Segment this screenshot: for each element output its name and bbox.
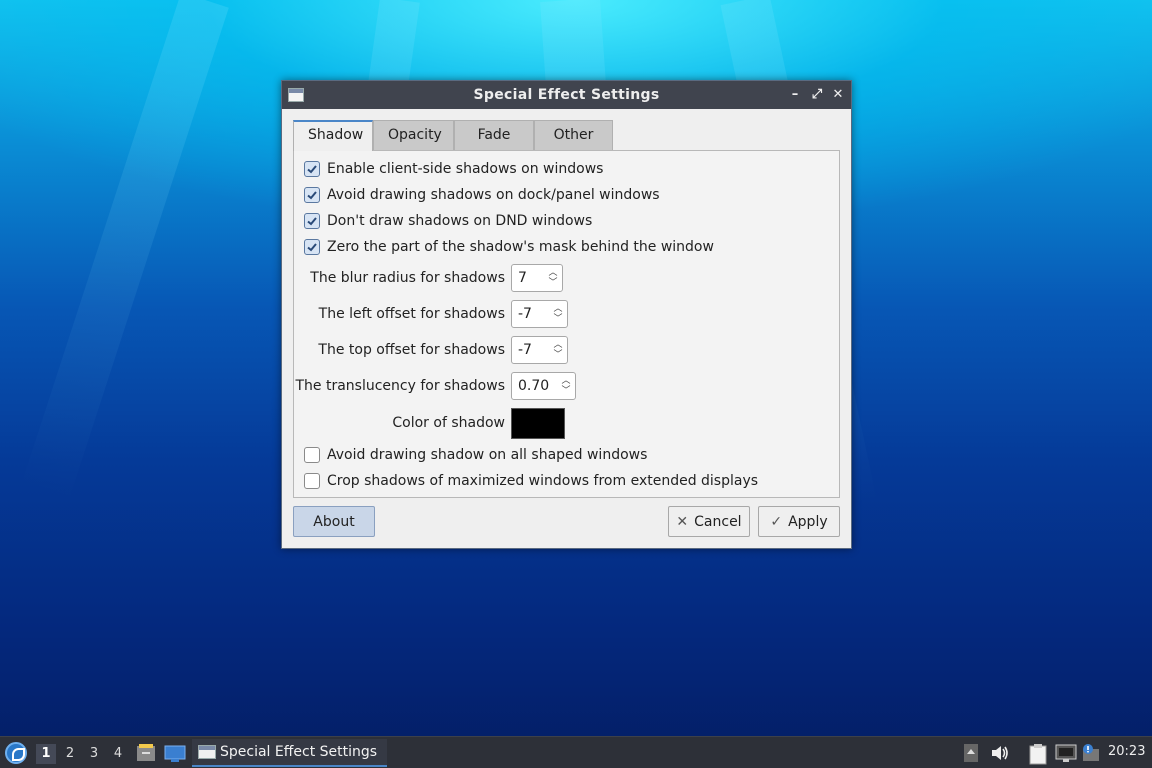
check-icon <box>307 217 317 226</box>
blur-radius-spinbox[interactable]: 7 ︿ ﹀ <box>511 264 563 292</box>
clipboard-icon[interactable] <box>1028 743 1048 765</box>
about-button[interactable]: About <box>293 506 375 537</box>
check-icon <box>307 243 317 252</box>
cancel-button[interactable]: ✕ Cancel <box>668 506 750 537</box>
light-ray <box>20 0 229 503</box>
checkbox-label: Zero the part of the shadow's mask behin… <box>327 239 714 255</box>
checkbox-row-avoid-dock-shadows[interactable]: Avoid drawing shadows on dock/panel wind… <box>304 185 660 205</box>
checkbox-row-enable-shadows[interactable]: Enable client-side shadows on windows <box>304 159 603 179</box>
check-icon <box>307 165 317 174</box>
file-manager-icon[interactable] <box>136 743 156 763</box>
shadow-color-row: Color of shadow <box>294 407 841 439</box>
close-icon[interactable]: ✕ <box>830 86 846 104</box>
checkbox-label: Avoid drawing shadow on all shaped windo… <box>327 447 648 463</box>
blur-radius-row: The blur radius for shadows 7 ︿ ﹀ <box>294 263 841 293</box>
shaped-windows-checkbox[interactable] <box>304 447 320 463</box>
cancel-button-label: Cancel <box>694 513 742 530</box>
blur-radius-value[interactable]: 7 <box>512 270 544 286</box>
spin-arrows-icon[interactable]: ︿ ﹀ <box>544 265 562 291</box>
tray-up-arrow-icon[interactable] <box>963 743 979 763</box>
shadow-color-label: Color of shadow <box>392 415 505 431</box>
checkbox-label: Enable client-side shadows on windows <box>327 161 604 177</box>
apply-button[interactable]: ✓ Apply <box>758 506 840 537</box>
maximize-icon[interactable]: ⤢ <box>809 86 825 104</box>
window-titlebar[interactable]: Special Effect Settings – ⤢ ✕ <box>282 81 851 109</box>
checkbox-row-no-dnd-shadows[interactable]: Don't draw shadows on DND windows <box>304 211 592 231</box>
enable-shadows-checkbox[interactable] <box>304 161 320 177</box>
spin-arrows-icon[interactable]: ︿ ﹀ <box>557 373 575 399</box>
tab-opacity[interactable]: Opacity <box>373 120 454 150</box>
left-offset-label: The left offset for shadows <box>318 306 505 322</box>
zero-mask-checkbox[interactable] <box>304 239 320 255</box>
tab-fade[interactable]: Fade <box>454 120 534 150</box>
taskbar: 1 2 3 4 Special Effect Settings 20:23 <box>0 736 1152 768</box>
settings-window: Special Effect Settings – ⤢ ✕ Shadow Opa… <box>281 80 852 549</box>
minimize-icon[interactable]: – <box>787 86 803 104</box>
task-label: Special Effect Settings <box>220 744 378 760</box>
tab-bar: Shadow Opacity Fade Other <box>293 120 613 151</box>
left-offset-spinbox[interactable]: -7 ︿ ﹀ <box>511 300 568 328</box>
top-offset-row: The top offset for shadows -7 ︿ ﹀ <box>294 335 841 365</box>
left-offset-value[interactable]: -7 <box>512 306 549 322</box>
checkbox-label: Crop shadows of maximized windows from e… <box>327 473 759 489</box>
taskbar-clock[interactable]: 20:23 <box>1108 744 1145 759</box>
check-icon <box>307 191 317 200</box>
window-app-icon[interactable] <box>288 88 304 102</box>
translucency-row: The translucency for shadows 0.70 ︿ ﹀ <box>294 371 841 401</box>
apply-button-label: Apply <box>788 513 828 530</box>
translucency-value[interactable]: 0.70 <box>512 378 557 394</box>
spin-arrows-icon[interactable]: ︿ ﹀ <box>549 337 567 363</box>
crop-shadows-checkbox[interactable] <box>304 473 320 489</box>
checkbox-row-shaped-windows[interactable]: Avoid drawing shadow on all shaped windo… <box>304 445 647 465</box>
shadow-color-button[interactable] <box>511 407 565 439</box>
taskbar-task-special-effect-settings[interactable]: Special Effect Settings <box>192 739 387 767</box>
apply-check-icon: ✓ <box>770 513 783 530</box>
blur-radius-label: The blur radius for shadows <box>310 270 505 286</box>
shadow-panel: Enable client-side shadows on windows Av… <box>293 150 840 498</box>
no-dnd-shadows-checkbox[interactable] <box>304 213 320 229</box>
checkbox-row-crop-shadows[interactable]: Crop shadows of maximized windows from e… <box>304 471 758 491</box>
checkbox-label: Don't draw shadows on DND windows <box>327 213 593 229</box>
top-offset-spinbox[interactable]: -7 ︿ ﹀ <box>511 336 568 364</box>
top-offset-label: The top offset for shadows <box>318 342 505 358</box>
checkbox-label: Avoid drawing shadows on dock/panel wind… <box>327 187 660 203</box>
desktop-switch-1[interactable]: 1 <box>36 744 56 764</box>
desktop-switch-2[interactable]: 2 <box>60 744 80 764</box>
tab-shadow[interactable]: Shadow <box>293 120 373 151</box>
translucency-spinbox[interactable]: 0.70 ︿ ﹀ <box>511 372 576 400</box>
start-menu-icon[interactable] <box>5 742 27 764</box>
cancel-x-icon: ✕ <box>676 513 689 530</box>
top-offset-value[interactable]: -7 <box>512 342 549 358</box>
checkbox-row-zero-mask[interactable]: Zero the part of the shadow's mask behin… <box>304 237 714 257</box>
show-desktop-icon[interactable] <box>164 743 186 763</box>
volume-icon[interactable] <box>990 743 1010 763</box>
window-title: Special Effect Settings <box>473 87 660 103</box>
desktop-switch-4[interactable]: 4 <box>108 744 128 764</box>
desktop-switch-3[interactable]: 3 <box>84 744 104 764</box>
window-app-icon <box>198 745 216 759</box>
avoid-dock-shadows-checkbox[interactable] <box>304 187 320 203</box>
translucency-label: The translucency for shadows <box>295 378 505 394</box>
spin-arrows-icon[interactable]: ︿ ﹀ <box>549 301 567 327</box>
left-offset-row: The left offset for shadows -7 ︿ ﹀ <box>294 299 841 329</box>
tab-other[interactable]: Other <box>534 120 613 150</box>
network-icon[interactable] <box>1055 743 1077 763</box>
update-notifier-icon[interactable] <box>1082 743 1102 763</box>
